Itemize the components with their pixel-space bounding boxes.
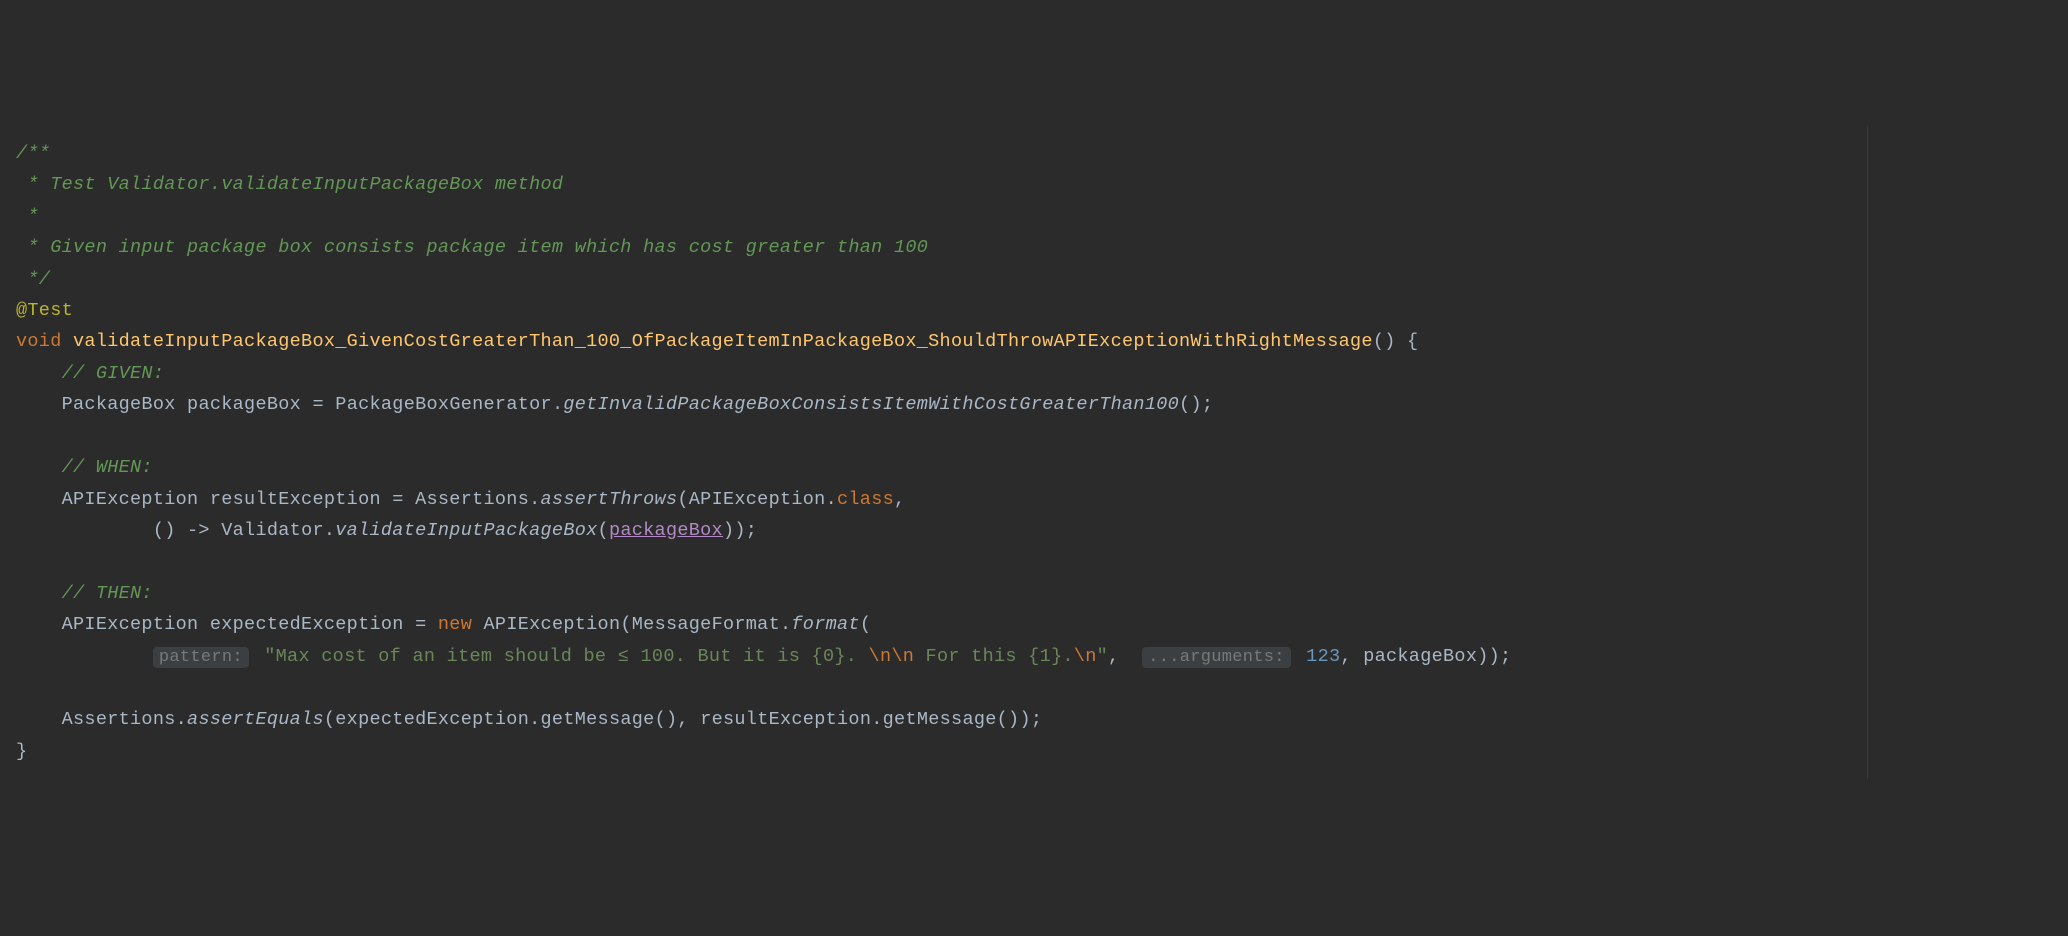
generator-class: PackageBoxGenerator bbox=[335, 394, 552, 415]
paren-open: ( bbox=[677, 489, 688, 510]
dot6: . bbox=[176, 709, 187, 730]
paren-open5: ( bbox=[324, 709, 335, 730]
void-keyword: void bbox=[16, 331, 62, 352]
class-keyword: class bbox=[837, 489, 894, 510]
dot: . bbox=[552, 394, 563, 415]
javadoc-close: */ bbox=[16, 269, 50, 290]
right-margin-guide bbox=[1867, 126, 1868, 779]
then-comment: // THEN: bbox=[62, 583, 153, 604]
javadoc-open: /** bbox=[16, 143, 50, 164]
packagebox-param: packageBox bbox=[609, 520, 723, 541]
paren-open4: ( bbox=[860, 614, 871, 635]
dot5: . bbox=[780, 614, 791, 635]
messageformat-class: MessageFormat bbox=[632, 614, 780, 635]
arguments-hint: ...arguments: bbox=[1142, 647, 1291, 668]
dot7: . bbox=[529, 709, 540, 730]
paren-open2: ( bbox=[598, 520, 609, 541]
apiexception-ref: APIException bbox=[689, 489, 826, 510]
assign-op2: = bbox=[392, 489, 403, 510]
assertions-class: Assertions bbox=[415, 489, 529, 510]
dot3: . bbox=[826, 489, 837, 510]
comma3: , bbox=[1340, 646, 1351, 667]
method-close-brace: } bbox=[16, 741, 27, 762]
javadoc-line1: * Test Validator.validateInputPackageBox… bbox=[16, 174, 563, 195]
when-comment: // WHEN: bbox=[62, 457, 153, 478]
paren-close: )); bbox=[723, 520, 757, 541]
validator-class: Validator bbox=[221, 520, 324, 541]
comma2: , bbox=[1108, 646, 1119, 667]
generator-method: getInvalidPackageBoxConsistsItemWithCost… bbox=[563, 394, 1179, 415]
assign-op: = bbox=[312, 394, 323, 415]
string-literal-3: " bbox=[1097, 646, 1108, 667]
expected-var: expectedException bbox=[210, 614, 404, 635]
javadoc-line2: * bbox=[16, 206, 39, 227]
dot4: . bbox=[324, 520, 335, 541]
code-editor[interactable]: /** * Test Validator.validateInputPackag… bbox=[0, 126, 2068, 779]
paren-close2: )); bbox=[1477, 646, 1511, 667]
given-comment: // GIVEN: bbox=[62, 363, 165, 384]
number-123: 123 bbox=[1306, 646, 1340, 667]
packagebox-arg: packageBox bbox=[1363, 646, 1477, 667]
expected-ref: expectedException bbox=[335, 709, 529, 730]
getmessage2: getMessage bbox=[883, 709, 997, 730]
apiexception-type: APIException bbox=[62, 489, 199, 510]
assertequals-method: assertEquals bbox=[187, 709, 324, 730]
paren-close3: (), bbox=[655, 709, 689, 730]
paren-open3: ( bbox=[620, 614, 631, 635]
getmessage1: getMessage bbox=[541, 709, 655, 730]
apiexception-ctor: APIException bbox=[484, 614, 621, 635]
apiexception-type2: APIException bbox=[62, 614, 199, 635]
assertions-class2: Assertions bbox=[62, 709, 176, 730]
assign-op3: = bbox=[415, 614, 426, 635]
dot8: . bbox=[871, 709, 882, 730]
string-literal-2: For this {1}. bbox=[914, 646, 1074, 667]
method-parens: () { bbox=[1373, 331, 1419, 352]
assertthrows-method: assertThrows bbox=[541, 489, 678, 510]
test-annotation: @Test bbox=[16, 300, 73, 321]
lambda-arrow: () -> bbox=[153, 520, 210, 541]
dot2: . bbox=[529, 489, 540, 510]
result-var: resultException bbox=[210, 489, 381, 510]
escape-2: \n bbox=[1074, 646, 1097, 667]
validate-method: validateInputPackageBox bbox=[335, 520, 597, 541]
packagebox-type: PackageBox bbox=[62, 394, 176, 415]
result-ref: resultException bbox=[700, 709, 871, 730]
method-name: validateInputPackageBox_GivenCostGreater… bbox=[73, 331, 1373, 352]
escape-1: \n\n bbox=[869, 646, 915, 667]
string-literal-1: "Max cost of an item should be ≤ 100. Bu… bbox=[264, 646, 868, 667]
comma: , bbox=[894, 489, 905, 510]
javadoc-line3: * Given input package box consists packa… bbox=[16, 237, 928, 258]
pattern-hint: pattern: bbox=[153, 647, 249, 668]
packagebox-var: packageBox bbox=[187, 394, 301, 415]
new-keyword: new bbox=[438, 614, 472, 635]
call-parens: (); bbox=[1179, 394, 1213, 415]
format-method: format bbox=[791, 614, 859, 635]
paren-close4: ()); bbox=[997, 709, 1043, 730]
